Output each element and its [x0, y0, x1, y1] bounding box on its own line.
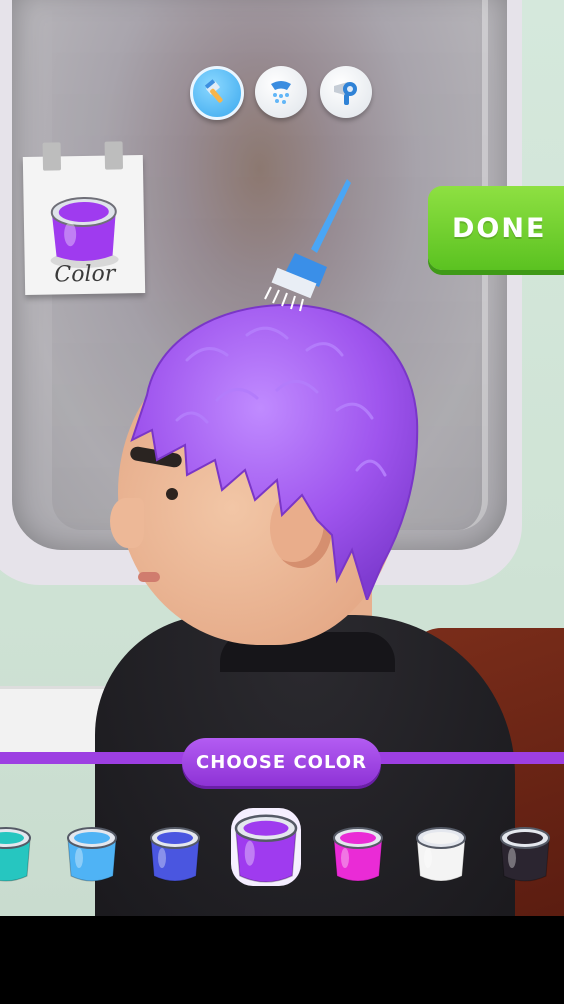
paint-jar-icon [150, 827, 200, 882]
done-label: DONE [452, 212, 547, 244]
paint-jar-icon [416, 827, 466, 882]
tape [42, 142, 62, 171]
bottom-bar [0, 916, 564, 1004]
hair-dryer-tool-button[interactable] [320, 66, 372, 118]
brush-icon [204, 79, 223, 103]
paint-jar-icon [0, 827, 31, 882]
choose-color-label: CHOOSE COLOR [196, 751, 367, 773]
game-screen: Color DONE CHOOSE COLOR [0, 0, 564, 1004]
paint-jar-icon [500, 827, 550, 882]
tape [104, 141, 124, 170]
color-swatch-white[interactable] [413, 822, 469, 884]
paint-jar-icon [333, 827, 383, 882]
brush-tool-button[interactable] [190, 66, 244, 120]
choose-color-banner: CHOOSE COLOR [182, 738, 381, 786]
shower-icon [271, 81, 291, 104]
customer-hair[interactable] [127, 300, 422, 600]
color-swatch-blue[interactable] [147, 822, 203, 884]
paint-jar-icon [234, 814, 298, 883]
shower-tool-button[interactable] [255, 66, 307, 118]
color-swatch-magenta[interactable] [330, 822, 386, 884]
color-swatch-purple[interactable] [231, 808, 301, 886]
dye-brush[interactable] [255, 175, 365, 315]
color-swatch-teal[interactable] [0, 822, 34, 884]
hair-dryer-icon [334, 82, 357, 105]
paint-jar-icon [67, 827, 117, 882]
target-color-card: Color [22, 141, 146, 296]
done-button[interactable]: DONE [428, 186, 564, 270]
color-swatch-black[interactable] [497, 822, 553, 884]
color-swatch-light-blue[interactable] [64, 822, 120, 884]
card-label: Color [54, 261, 116, 288]
